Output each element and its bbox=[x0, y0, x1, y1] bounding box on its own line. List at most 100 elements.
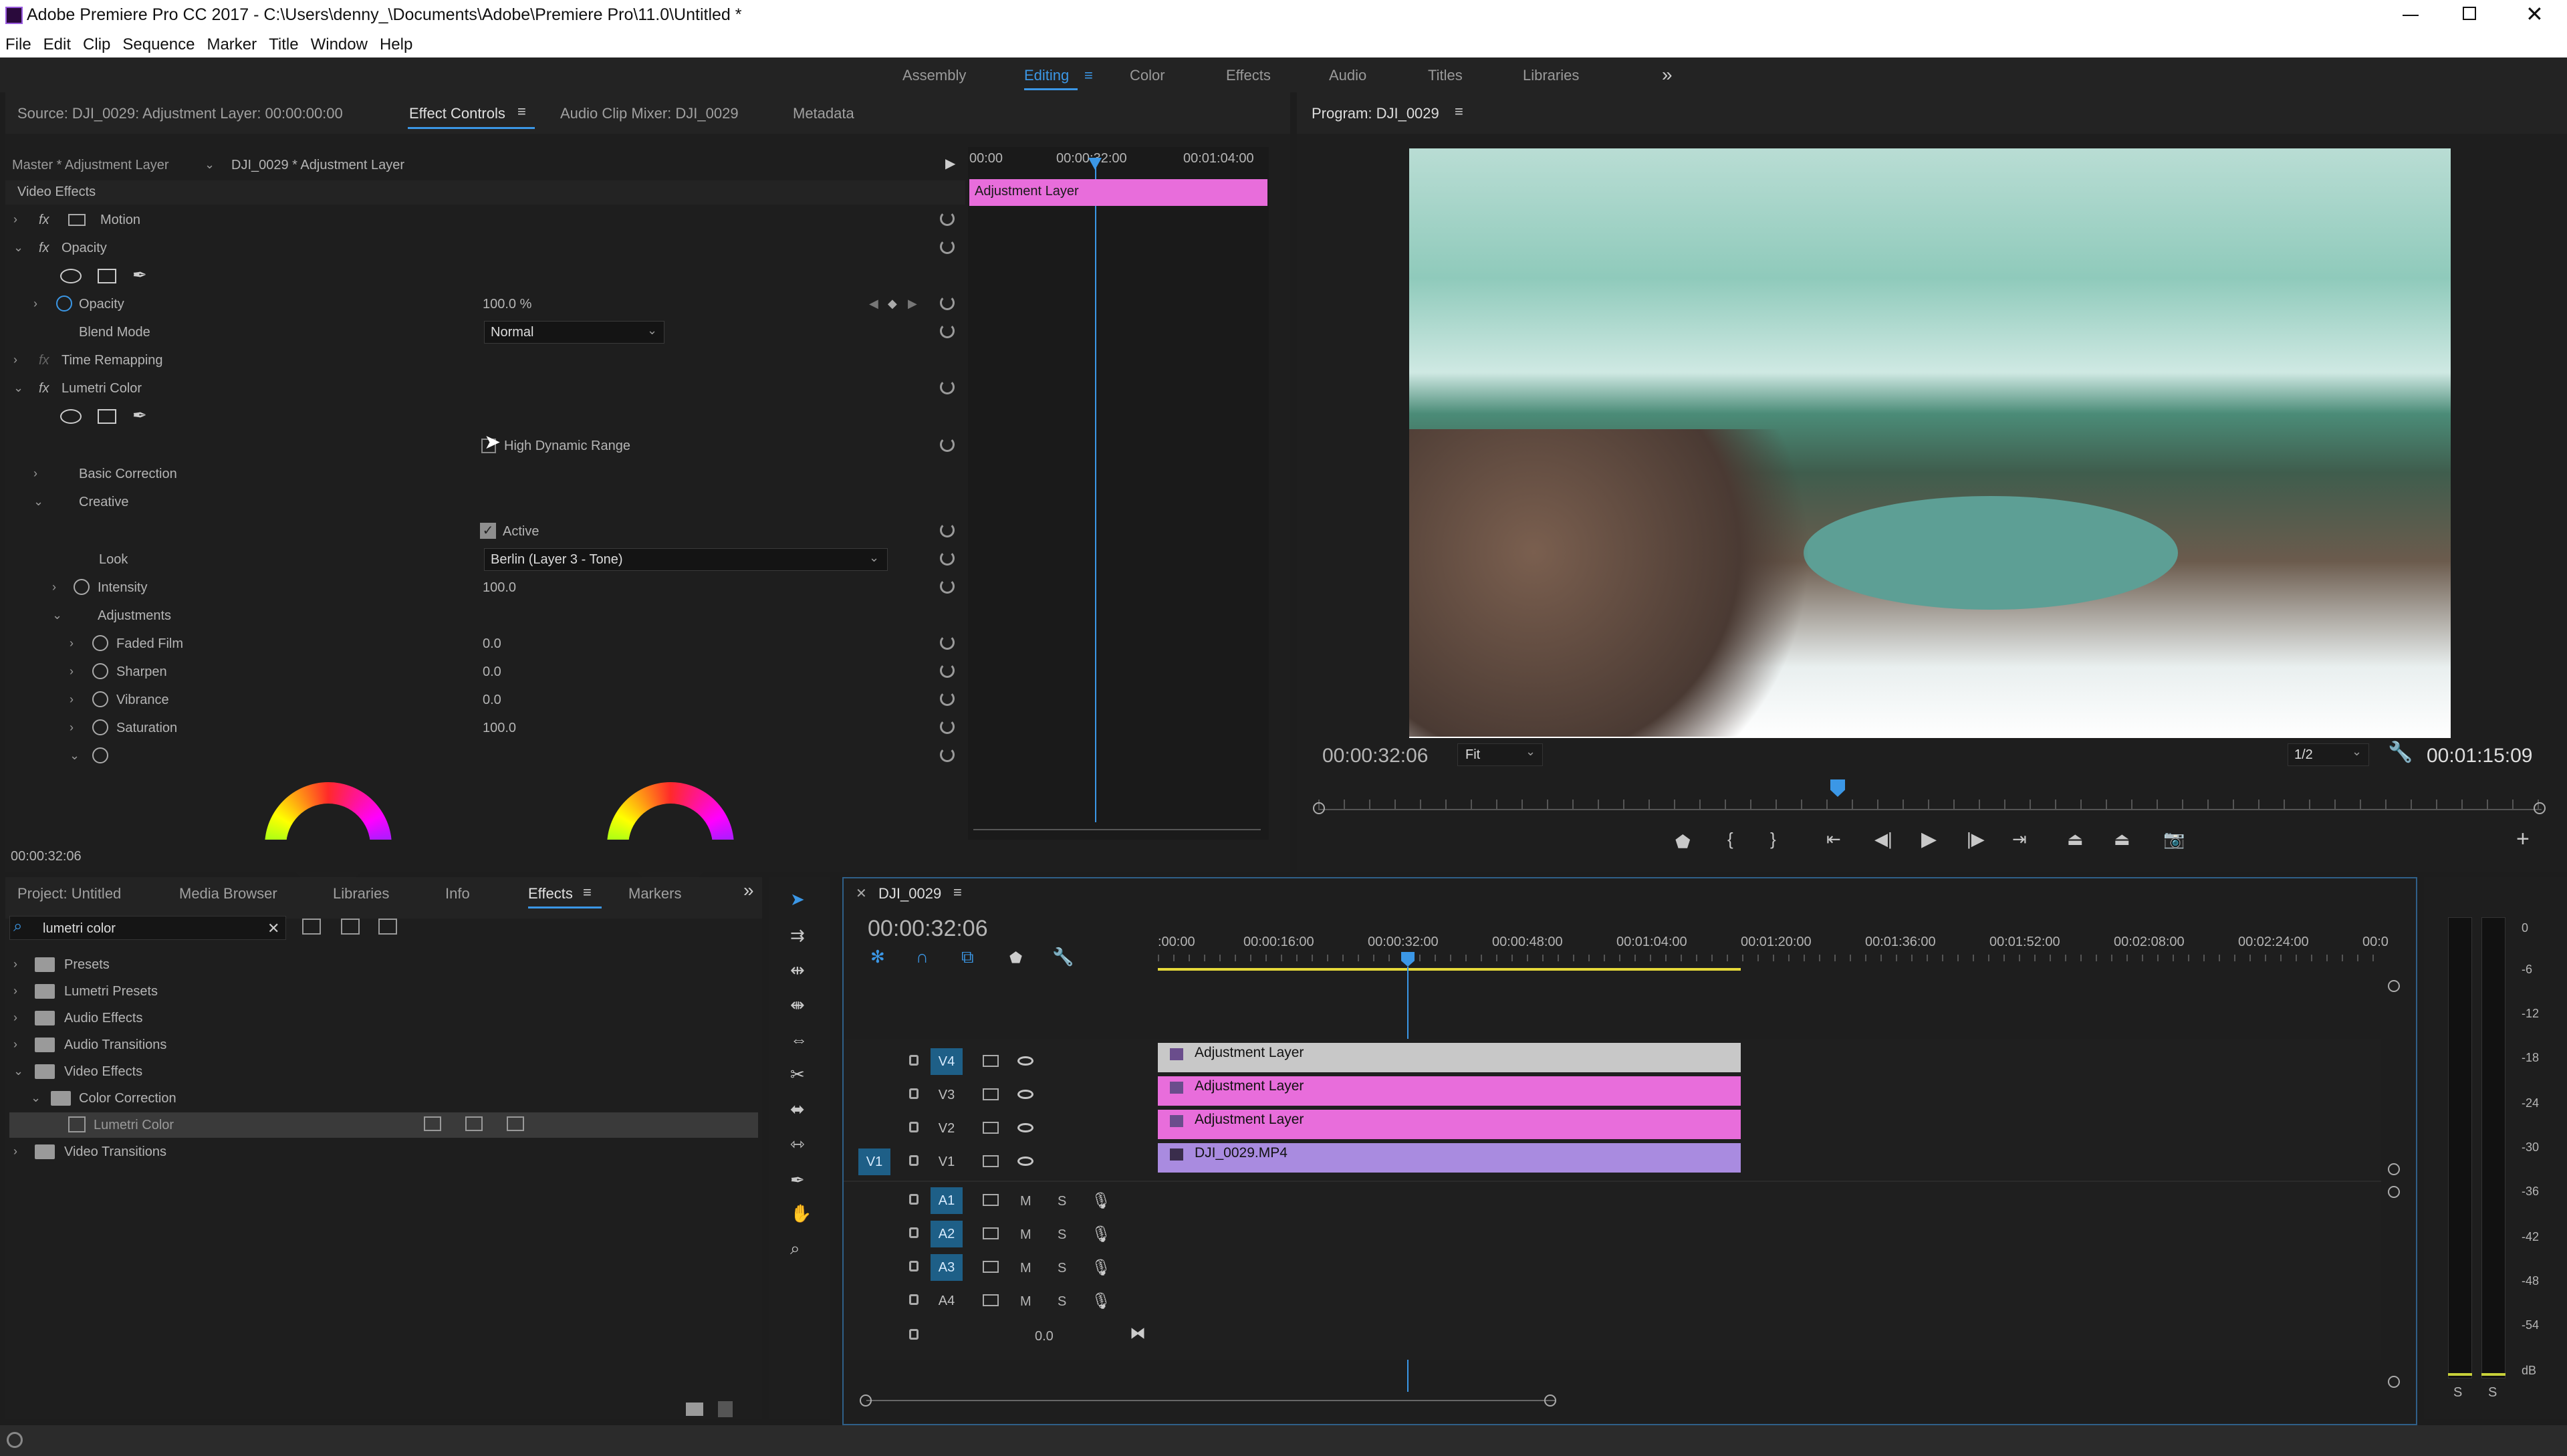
lock-icon[interactable] bbox=[909, 1088, 919, 1099]
tab-info[interactable]: Info bbox=[445, 885, 470, 902]
zoom-tool-icon[interactable]: ⌕ bbox=[790, 1238, 800, 1259]
chevron-down-icon[interactable]: ⌄ bbox=[31, 1091, 41, 1105]
mark-in-icon[interactable]: { bbox=[1727, 829, 1733, 850]
chevron-down-icon[interactable]: ⌄ bbox=[13, 241, 23, 255]
reset-icon[interactable] bbox=[940, 295, 955, 310]
sync-lock-icon[interactable] bbox=[983, 1155, 999, 1167]
stopwatch-icon[interactable] bbox=[92, 663, 108, 679]
reset-icon[interactable] bbox=[940, 211, 955, 226]
sync-lock-icon[interactable] bbox=[983, 1227, 999, 1239]
clip-v3-adjustment-layer[interactable]: Adjustment Layer bbox=[1158, 1076, 1741, 1106]
reset-icon[interactable] bbox=[940, 324, 955, 338]
track-target-v1[interactable]: V1 bbox=[931, 1148, 963, 1175]
meter-solo-right[interactable]: S bbox=[2488, 1385, 2497, 1401]
saturation-value[interactable]: 100.0 bbox=[483, 721, 516, 736]
ellipse-mask-icon[interactable] bbox=[60, 269, 82, 283]
reset-icon[interactable] bbox=[940, 635, 955, 650]
reset-icon[interactable] bbox=[940, 579, 955, 594]
faded-film-value[interactable]: 0.0 bbox=[483, 636, 501, 652]
menu-title[interactable]: Title bbox=[269, 35, 298, 54]
workspace-editing[interactable]: Editing bbox=[1024, 67, 1069, 84]
reset-icon[interactable] bbox=[940, 691, 955, 706]
nest-toggle-icon[interactable]: ✻ bbox=[870, 947, 885, 967]
chevron-right-icon[interactable]: › bbox=[70, 693, 74, 707]
solo-a2[interactable]: S bbox=[1058, 1227, 1066, 1243]
track-target-v2[interactable]: V2 bbox=[931, 1115, 963, 1142]
sync-lock-icon[interactable] bbox=[983, 1088, 999, 1100]
tab-libraries[interactable]: Libraries bbox=[333, 885, 389, 902]
mini-scrollbar[interactable] bbox=[973, 829, 1261, 830]
solo-a3[interactable]: S bbox=[1058, 1261, 1066, 1276]
step-forward-icon[interactable]: |▶ bbox=[1967, 829, 1985, 850]
opacity-value[interactable]: 100.0 % bbox=[483, 297, 531, 312]
chevron-right-icon[interactable]: › bbox=[70, 636, 74, 650]
chevron-down-icon[interactable]: ⌄ bbox=[205, 158, 215, 172]
restore-icon[interactable] bbox=[2463, 7, 2476, 20]
extract-icon[interactable]: ⏏ bbox=[2114, 829, 2130, 850]
meter-solo-left[interactable]: S bbox=[2453, 1385, 2462, 1401]
workspace-effects[interactable]: Effects bbox=[1226, 67, 1271, 84]
accelerated-filter-icon[interactable] bbox=[302, 919, 321, 935]
mini-playhead[interactable] bbox=[1095, 160, 1096, 822]
chevron-right-icon[interactable]: › bbox=[13, 1038, 17, 1052]
track-target-a4[interactable]: A4 bbox=[931, 1288, 963, 1314]
mic-icon[interactable]: 🎙 bbox=[1091, 1191, 1111, 1211]
master-expand-icon[interactable]: ⧓ bbox=[1130, 1324, 1146, 1343]
sharpen-value[interactable]: 0.0 bbox=[483, 664, 501, 680]
add-marker-icon[interactable]: ⬟ bbox=[1009, 949, 1022, 967]
hscroll-start-handle[interactable] bbox=[860, 1394, 872, 1407]
wrench-icon[interactable]: 🔧 bbox=[2388, 741, 2413, 764]
tab-source[interactable]: Source: DJI_0029: Adjustment Layer: 00:0… bbox=[17, 105, 343, 122]
program-timecode[interactable]: 00:00:32:06 bbox=[1322, 745, 1428, 767]
tree-presets[interactable]: Presets bbox=[64, 957, 110, 973]
sync-lock-icon[interactable] bbox=[983, 1122, 999, 1134]
linked-selection-icon[interactable]: ⧉ bbox=[961, 947, 974, 968]
close-icon[interactable]: ✕ bbox=[2526, 1, 2544, 27]
vertical-scroll-handle[interactable] bbox=[2388, 1163, 2400, 1175]
rect-mask-icon[interactable] bbox=[98, 269, 116, 283]
solo-a4[interactable]: S bbox=[1058, 1294, 1066, 1310]
reset-icon[interactable] bbox=[940, 663, 955, 678]
eye-icon[interactable] bbox=[1017, 1090, 1033, 1099]
sync-lock-icon[interactable] bbox=[983, 1194, 999, 1206]
reset-icon[interactable] bbox=[940, 719, 955, 734]
active-checkbox[interactable]: ✓ bbox=[480, 523, 496, 539]
stopwatch-icon[interactable] bbox=[74, 579, 90, 595]
solo-a1[interactable]: S bbox=[1058, 1194, 1066, 1209]
program-menu-icon[interactable]: ≡ bbox=[1455, 103, 1463, 120]
menu-clip[interactable]: Clip bbox=[83, 35, 110, 54]
program-scrubber[interactable] bbox=[1318, 800, 2542, 809]
chevron-right-icon[interactable]: › bbox=[52, 580, 56, 594]
tab-media-browser[interactable]: Media Browser bbox=[179, 885, 277, 902]
hand-tool-icon[interactable]: ✋ bbox=[790, 1203, 812, 1224]
reset-icon[interactable] bbox=[940, 380, 955, 394]
scrub-start-handle-icon[interactable] bbox=[1313, 802, 1325, 814]
yuv-filter-icon[interactable] bbox=[378, 919, 397, 935]
eye-icon[interactable] bbox=[1017, 1123, 1033, 1132]
sync-lock-icon[interactable] bbox=[983, 1055, 999, 1067]
sync-lock-icon[interactable] bbox=[983, 1261, 999, 1273]
chevron-right-icon[interactable]: › bbox=[13, 353, 17, 367]
adjustments-section[interactable]: Adjustments bbox=[98, 608, 171, 624]
mic-icon[interactable]: 🎙 bbox=[1091, 1292, 1111, 1311]
chevron-down-icon[interactable]: ⌄ bbox=[13, 381, 23, 395]
menu-edit[interactable]: Edit bbox=[43, 35, 71, 54]
tree-audio-transitions[interactable]: Audio Transitions bbox=[64, 1038, 166, 1053]
track-select-tool-icon[interactable]: ⇉ bbox=[790, 925, 805, 946]
pen-mask-icon[interactable]: ✒ bbox=[132, 265, 147, 285]
tab-project[interactable]: Project: Untitled bbox=[17, 885, 121, 902]
button-editor-add-icon[interactable]: + bbox=[2516, 826, 2530, 852]
workspace-assembly[interactable]: Assembly bbox=[902, 67, 966, 84]
eye-icon[interactable] bbox=[1017, 1056, 1033, 1066]
tree-lumetri-color[interactable]: Lumetri Color bbox=[94, 1118, 174, 1133]
go-to-out-icon[interactable]: ⇥ bbox=[2012, 829, 2027, 850]
scrub-end-handle-icon[interactable] bbox=[2534, 802, 2546, 814]
panel-overflow-icon[interactable]: » bbox=[743, 880, 754, 901]
program-title[interactable]: Program: DJI_0029 bbox=[1312, 105, 1439, 122]
lock-icon[interactable] bbox=[909, 1194, 919, 1205]
chevron-right-icon[interactable]: › bbox=[70, 664, 74, 679]
go-to-in-icon[interactable]: ⇤ bbox=[1826, 829, 1841, 850]
hscroll-end-handle[interactable] bbox=[1544, 1394, 1556, 1407]
reset-icon[interactable] bbox=[940, 523, 955, 537]
lock-icon[interactable] bbox=[909, 1227, 919, 1238]
